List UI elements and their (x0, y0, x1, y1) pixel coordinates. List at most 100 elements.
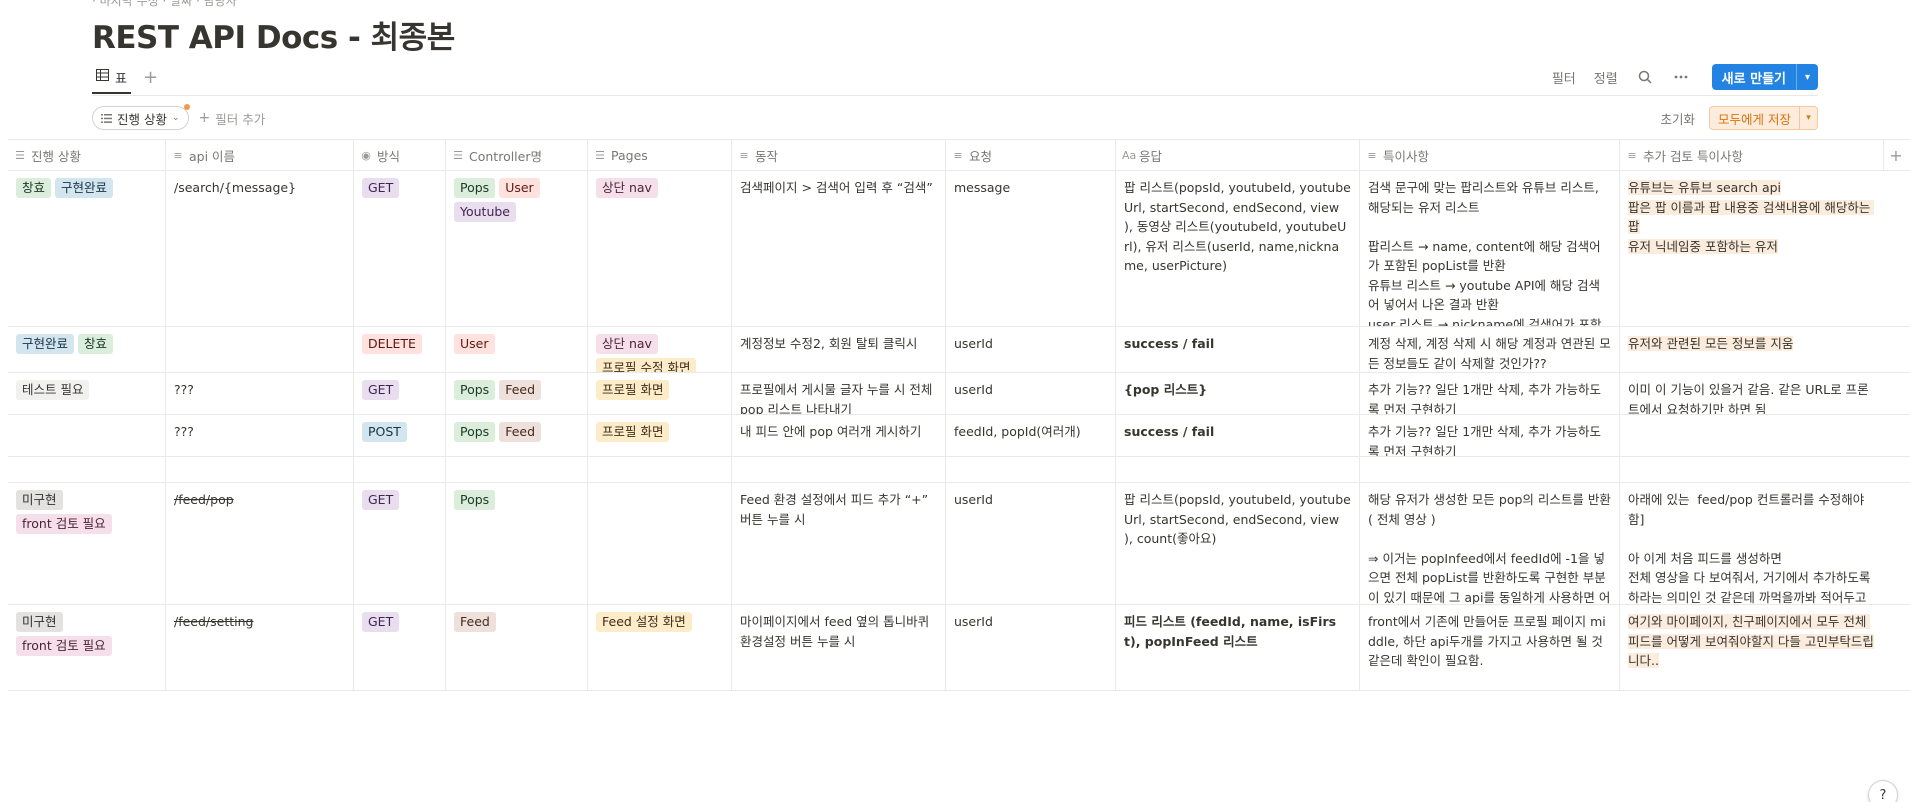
add-column-plus-icon[interactable]: + (1884, 140, 1908, 170)
notes-cell[interactable]: 추가 기능?? 일단 1개만 삭제, 추가 가능하도록 먼저 구현하기 (1360, 373, 1620, 414)
request-cell[interactable]: userId (946, 483, 1116, 604)
status-cell[interactable]: 구현완료 창효 (8, 327, 166, 372)
table-row[interactable]: 구현완료 창효 DELETE User 상단 nav 프로필 수정 화면 계정정보 수정2,… (8, 327, 1910, 373)
api-name-cell[interactable]: /search/{message} (166, 171, 354, 326)
tab-table-view[interactable]: 표 (92, 62, 131, 94)
notes-cell[interactable] (1360, 457, 1620, 482)
notes-cell[interactable]: 계정 삭제, 계정 삭제 시 해당 계정과 연관된 모든 정보들도 같이 삭제할… (1360, 327, 1620, 372)
status-cell[interactable]: 미구현 front 검토 필요 (8, 605, 166, 690)
new-dropdown-chevron-icon[interactable]: ▾ (1796, 64, 1818, 90)
extra-notes-cell[interactable]: 여기와 마이페이지, 친구페이지에서 모두 전체 피드를 어떻게 보여줘야할지 … (1620, 605, 1884, 690)
action-cell[interactable]: 내 피드 안에 pop 여러개 게시하기 (732, 415, 946, 456)
api-name-cell[interactable] (166, 327, 354, 372)
column-header[interactable]: ☰ Controller명 (446, 140, 588, 170)
search-icon[interactable] (1636, 68, 1654, 86)
method-cell[interactable]: DELETE (354, 327, 446, 372)
column-header[interactable]: ≡ api 이름 (166, 140, 354, 170)
reset-button[interactable]: 초기화 (1661, 109, 1696, 128)
extra-notes-cell[interactable]: 유튜브는 유튜브 search api 팝은 팝 이름과 팝 내용중 검색내용에… (1620, 171, 1884, 326)
column-header[interactable]: ≡ 동작 (732, 140, 946, 170)
help-button[interactable]: ? (1868, 780, 1898, 802)
extra-notes-cell[interactable]: 유저와 관련된 모든 정보를 지움 (1620, 327, 1884, 372)
add-view-button[interactable]: + (143, 69, 158, 87)
request-cell[interactable]: userId (946, 327, 1116, 372)
table-row[interactable]: 미구현 front 검토 필요/feed/pop GET Pops Feed 환경 설정… (8, 483, 1910, 605)
pages-cell[interactable]: Feed 설정 화면 (588, 605, 732, 690)
column-header[interactable]: ≡ 추가 검토 특이사항 (1620, 140, 1884, 170)
table-row[interactable]: ??? POST Pops Feed 프로필 화면 내 피드 안에 pop 여러개 게시하… (8, 415, 1910, 457)
table-row[interactable]: 테스트 필요??? GET Pops Feed 프로필 화면 프로필에서 게시물 글자 누… (8, 373, 1910, 415)
status-cell[interactable] (8, 457, 166, 482)
method-cell[interactable]: GET (354, 483, 446, 604)
request-cell[interactable]: userId (946, 605, 1116, 690)
add-filter-button[interactable]: + 필터 추가 (199, 109, 266, 128)
action-cell[interactable]: 프로필에서 게시물 글자 누를 시 전체 pop 리스트 나타내기 (732, 373, 946, 414)
column-header[interactable]: Aa 응답 (1116, 140, 1360, 170)
pages-cell[interactable]: 상단 nav (588, 171, 732, 326)
sort-button[interactable]: 정렬 (1594, 68, 1618, 87)
api-name-cell[interactable] (166, 457, 354, 482)
action-cell[interactable]: Feed 환경 설정에서 피드 추가 “+” 버튼 누를 시 (732, 483, 946, 604)
column-header[interactable]: ☰ 진행 상황 (8, 140, 166, 170)
pages-cell[interactable] (588, 457, 732, 482)
notes-cell[interactable]: 해당 유저가 생성한 모든 pop의 리스트를 반환 ( 전체 영상 ) ⇒ 이… (1360, 483, 1620, 604)
breadcrumb[interactable]: · 마지막 수정 · 날짜 · 담당자 (92, 0, 237, 9)
column-header[interactable]: ☰ Pages (588, 140, 732, 170)
notes-cell[interactable]: 추가 기능?? 일단 1개만 삭제, 추가 가능하도록 먼저 구현하기 (1360, 415, 1620, 456)
controller-cell[interactable] (446, 457, 588, 482)
pages-cell[interactable] (588, 483, 732, 604)
request-cell[interactable]: message (946, 171, 1116, 326)
table-row[interactable] (8, 457, 1910, 483)
request-cell[interactable] (946, 457, 1116, 482)
response-cell[interactable]: success / fail (1116, 327, 1360, 372)
column-header[interactable]: ◉ 방식 (354, 140, 446, 170)
extra-notes-cell[interactable] (1620, 415, 1884, 456)
table-row[interactable]: 창효 구현완료/search/{message} GET Pops User Youtub… (8, 171, 1910, 327)
api-name-cell[interactable]: /feed/setting (166, 605, 354, 690)
extra-notes-cell[interactable] (1620, 457, 1884, 482)
method-cell[interactable] (354, 457, 446, 482)
api-name-cell[interactable]: ??? (166, 415, 354, 456)
extra-notes-cell[interactable]: 아래에 있는 feed/pop 컨트롤러를 수정해야함] 아 이게 처음 피드를… (1620, 483, 1884, 604)
action-cell[interactable] (732, 457, 946, 482)
status-cell[interactable] (8, 415, 166, 456)
response-cell[interactable]: success / fail (1116, 415, 1360, 456)
controller-cell[interactable]: Pops Feed (446, 415, 588, 456)
more-options-icon[interactable] (1672, 68, 1690, 86)
notes-cell[interactable]: 검색 문구에 맞는 팝리스트와 유튜브 리스트, 해당되는 유저 리스트 팝리스… (1360, 171, 1620, 326)
response-cell[interactable]: 팝 리스트(popsId, youtubeId, youtubeUrl, sta… (1116, 171, 1360, 326)
method-cell[interactable]: GET (354, 373, 446, 414)
status-cell[interactable]: 테스트 필요 (8, 373, 166, 414)
status-cell[interactable]: 창효 구현완료 (8, 171, 166, 326)
status-filter-chip[interactable]: 진행 상황 ⌄ (92, 104, 190, 130)
response-cell[interactable]: 피드 리스트 (feedId, name, isFirst), popInFee… (1116, 605, 1360, 690)
save-dropdown-chevron-icon[interactable]: ▾ (1799, 107, 1817, 129)
notes-cell[interactable]: front에서 기존에 만들어둔 프로필 페이지 middle, 하단 api두… (1360, 605, 1620, 690)
new-button[interactable]: 새로 만들기 (1711, 64, 1796, 90)
column-header[interactable]: ≡ 요청 (946, 140, 1116, 170)
request-cell[interactable]: userId (946, 373, 1116, 414)
response-cell[interactable]: {pop 리스트} (1116, 373, 1360, 414)
status-cell[interactable]: 미구현 front 검토 필요 (8, 483, 166, 604)
pages-cell[interactable]: 프로필 화면 (588, 373, 732, 414)
pages-cell[interactable]: 프로필 화면 (588, 415, 732, 456)
request-cell[interactable]: feedId, popId(여러개) (946, 415, 1116, 456)
response-cell[interactable] (1116, 457, 1360, 482)
filter-button[interactable]: 필터 (1552, 68, 1576, 87)
controller-cell[interactable]: Pops User Youtube (446, 171, 588, 326)
controller-cell[interactable]: Pops Feed (446, 373, 588, 414)
action-cell[interactable]: 마이페이지에서 feed 옆의 톱니바퀴 환경설정 버튼 누를 시 (732, 605, 946, 690)
extra-notes-cell[interactable]: 이미 이 기능이 있을거 같음. 같은 URL로 프론트에서 요청하기만 하면 … (1620, 373, 1884, 414)
controller-cell[interactable]: Feed (446, 605, 588, 690)
table-row[interactable]: 미구현 front 검토 필요/feed/setting GET Feed Feed 설… (8, 605, 1910, 691)
controller-cell[interactable]: User (446, 327, 588, 372)
method-cell[interactable]: GET (354, 605, 446, 690)
method-cell[interactable]: POST (354, 415, 446, 456)
pages-cell[interactable]: 상단 nav 프로필 수정 화면 (588, 327, 732, 372)
api-name-cell[interactable]: /feed/pop (166, 483, 354, 604)
api-name-cell[interactable]: ??? (166, 373, 354, 414)
action-cell[interactable]: 검색페이지 > 검색어 입력 후 “검색” (732, 171, 946, 326)
controller-cell[interactable]: Pops (446, 483, 588, 604)
save-for-everyone-button[interactable]: 모두에게 저장 (1710, 107, 1799, 129)
method-cell[interactable]: GET (354, 171, 446, 326)
